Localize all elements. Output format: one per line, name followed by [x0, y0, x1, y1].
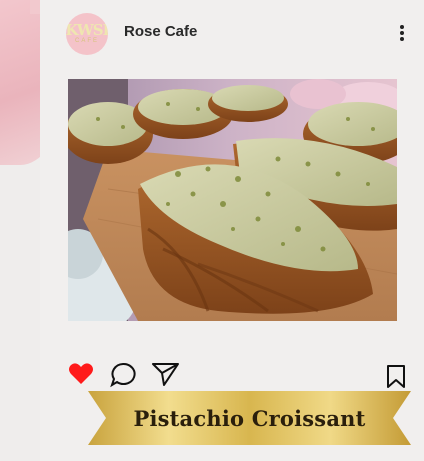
heart-icon[interactable]: [68, 362, 94, 386]
comment-icon[interactable]: [110, 362, 136, 388]
account-name[interactable]: Rose Cafe: [124, 23, 197, 40]
more-vertical-icon[interactable]: [395, 22, 409, 44]
post-photo[interactable]: [68, 79, 397, 321]
avatar-logo-text: KWSI: [66, 21, 108, 39]
bookmark-icon[interactable]: [385, 364, 407, 390]
avatar[interactable]: KWSI CAFE: [66, 13, 108, 55]
caption-text: Pistachio Croissant: [133, 405, 366, 431]
avatar-logo-subtext: CAFE: [74, 38, 99, 44]
send-icon[interactable]: [151, 360, 181, 388]
